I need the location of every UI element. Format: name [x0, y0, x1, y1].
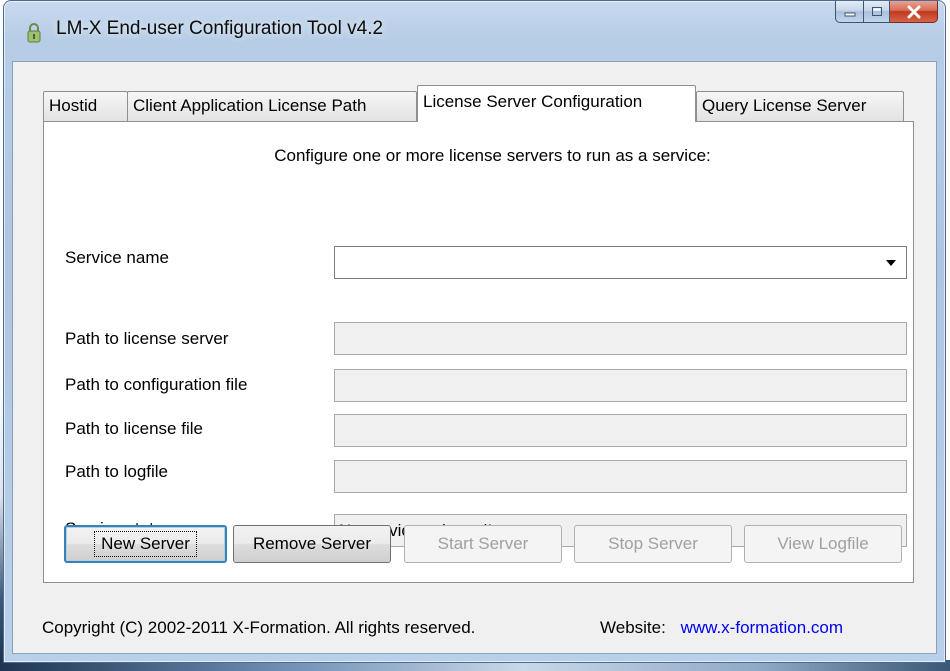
path-configuration-file-field[interactable]	[334, 369, 907, 402]
tab-hostid[interactable]: Hostid	[43, 91, 128, 121]
service-name-label: Service name	[65, 248, 169, 267]
window-title: LM-X End-user Configuration Tool v4.2	[56, 18, 384, 39]
new-server-button[interactable]: New Server	[64, 525, 227, 563]
path-license-server-label: Path to license server	[65, 329, 229, 348]
view-logfile-button[interactable]: View Logfile	[744, 525, 902, 563]
website-info: Website: www.x-formation.com	[600, 618, 843, 638]
path-configuration-file-label: Path to configuration file	[65, 375, 248, 394]
minimize-icon	[844, 12, 855, 16]
tab-query-license-server[interactable]: Query License Server	[696, 91, 904, 121]
caption-buttons	[835, 1, 938, 25]
footer: Copyright (C) 2002-2011 X-Formation. All…	[42, 618, 843, 638]
panel-intro-text: Configure one or more license servers to…	[274, 146, 711, 165]
title-bar[interactable]: LM-X End-user Configuration Tool v4.2	[4, 1, 945, 61]
lock-icon	[26, 23, 42, 43]
app-window: LM-X End-user Configuration Tool v4.2 Ho…	[3, 0, 946, 663]
website-label: Website:	[600, 618, 666, 637]
license-server-configuration-panel: Configure one or more license servers to…	[43, 121, 914, 583]
path-logfile-label: Path to logfile	[65, 462, 169, 481]
tab-license-server-configuration[interactable]: License Server Configuration	[417, 85, 696, 122]
close-icon	[907, 5, 920, 18]
service-name-dropdown[interactable]	[334, 246, 907, 279]
start-server-button[interactable]: Start Server	[404, 525, 562, 563]
maximize-button[interactable]	[863, 1, 890, 23]
maximize-icon	[871, 7, 882, 16]
close-button[interactable]	[890, 1, 938, 23]
remove-server-button[interactable]: Remove Server	[233, 525, 391, 563]
stop-server-button[interactable]: Stop Server	[574, 525, 732, 563]
copyright-text: Copyright (C) 2002-2011 X-Formation. All…	[42, 618, 476, 637]
minimize-button[interactable]	[835, 1, 863, 23]
path-license-file-label: Path to license file	[65, 419, 203, 438]
chevron-down-icon[interactable]	[879, 250, 903, 275]
website-link[interactable]: www.x-formation.com	[681, 618, 843, 637]
new-server-label: New Server	[94, 531, 197, 557]
tab-client-application-license-path[interactable]: Client Application License Path	[127, 91, 417, 121]
path-license-server-field[interactable]	[334, 322, 907, 355]
client-area: Hostid Client Application License Path L…	[12, 61, 937, 654]
path-logfile-field[interactable]	[334, 460, 907, 493]
path-license-file-field[interactable]	[334, 414, 907, 447]
